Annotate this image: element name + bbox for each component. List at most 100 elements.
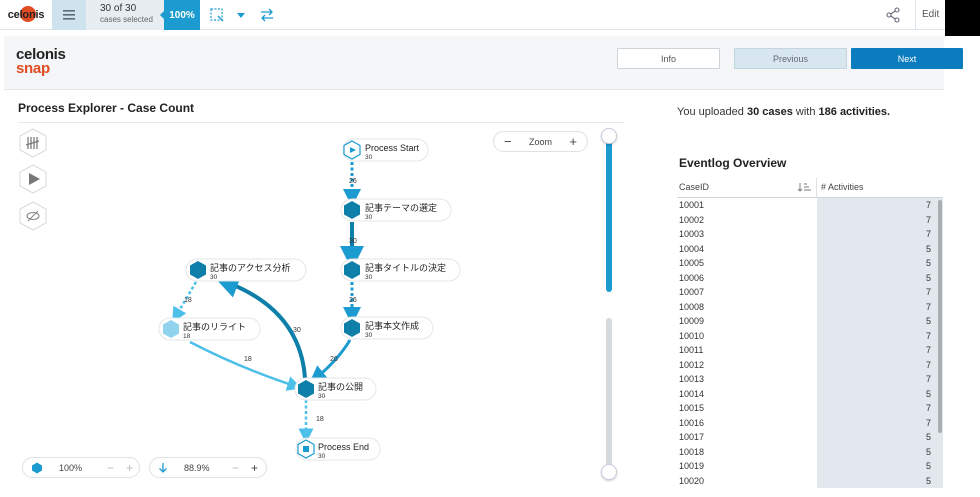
activities-count-cell: 5: [817, 444, 943, 459]
upload-msg-prefix: You uploaded: [677, 106, 747, 118]
caseid-cell: 10017: [679, 432, 705, 442]
caseid-cell: 10013: [679, 374, 705, 384]
node-label: 記事の公開: [318, 381, 363, 393]
upload-summary: You uploaded 30 cases with 186 activitie…: [677, 106, 890, 118]
table-row[interactable]: 10018 5: [677, 444, 943, 459]
play-animation-button[interactable]: [19, 164, 47, 194]
caseid-cell: 10015: [679, 403, 705, 413]
node-label: Process End: [318, 442, 369, 452]
activities-slider-handle[interactable]: [601, 128, 617, 144]
frequency-toggle-button[interactable]: [19, 128, 47, 158]
zoom-label: Zoom: [528, 136, 552, 147]
caseid-column-header[interactable]: CaseID: [677, 178, 817, 197]
table-row[interactable]: 10011 7: [677, 343, 943, 358]
table-row[interactable]: 10014 5: [677, 386, 943, 401]
edge-label-theme-title: 30: [349, 238, 357, 245]
info-button[interactable]: Info: [617, 48, 720, 69]
zoom-control: − Zoom +: [493, 131, 588, 152]
activities-count-cell: 7: [817, 198, 943, 213]
caseid-cell: 10016: [679, 417, 705, 428]
table-row[interactable]: 10001 7: [677, 198, 943, 213]
edge-label-publish-end: 18: [316, 416, 324, 423]
logo-text: celonis: [7, 9, 45, 21]
process-graph: 26 30 26 26 30 18 18 18 Process Start 30…: [158, 138, 461, 461]
activities-decrease-button[interactable]: −: [107, 461, 114, 475]
caseid-cell: 10012: [679, 359, 705, 370]
table-row[interactable]: 10009 5: [677, 314, 943, 329]
caseid-cell: 10004: [679, 243, 705, 254]
edge-label-start-theme: 26: [349, 178, 357, 185]
connections-slider-track[interactable]: [606, 318, 612, 470]
table-row[interactable]: 10006 5: [677, 270, 943, 285]
activities-count-cell: 5: [817, 386, 943, 401]
table-row[interactable]: 10003 7: [677, 227, 943, 242]
node-theme-selection[interactable]: 記事テーマの選定 30: [340, 198, 452, 222]
upload-activities-count: 186 activities.: [818, 106, 891, 118]
connections-decrease-button[interactable]: −: [232, 461, 239, 475]
table-row[interactable]: 10015 7: [677, 401, 943, 416]
node-publish[interactable]: 記事の公開 30: [294, 377, 377, 401]
node-body-writing[interactable]: 記事本文作成 30: [340, 316, 434, 340]
table-row[interactable]: 10016 7: [677, 415, 943, 430]
table-row[interactable]: 10002 7: [677, 212, 943, 227]
zoom-out-button[interactable]: −: [504, 134, 512, 149]
caseid-cell: 10011: [679, 345, 704, 355]
table-row[interactable]: 10017 5: [677, 430, 943, 445]
node-label: Process Start: [365, 143, 420, 153]
edge-label-access-rewrite: 18: [184, 297, 192, 304]
connections-percentage: 88.9%: [184, 462, 210, 473]
next-button[interactable]: Next: [851, 48, 963, 69]
edge-label-rewrite-publish: 18: [244, 356, 252, 363]
activities-count-cell: 7: [817, 212, 943, 227]
arrow-down-icon: [159, 462, 167, 473]
connections-slider-handle[interactable]: [601, 464, 617, 480]
table-scrollbar[interactable]: [938, 200, 942, 433]
table-row[interactable]: 10010 7: [677, 328, 943, 343]
eye-slash-icon: [19, 201, 47, 231]
node-rewrite[interactable]: 記事のリライト 18: [158, 317, 261, 341]
visibility-toggle-button[interactable]: [19, 201, 47, 231]
table-row[interactable]: 10005 5: [677, 256, 943, 271]
table-row[interactable]: 10004 5: [677, 241, 943, 256]
caseid-cell: 10003: [679, 229, 705, 239]
activities-count-cell: 7: [817, 343, 943, 358]
activities-increase-button[interactable]: +: [126, 461, 133, 475]
table-row[interactable]: 10012 7: [677, 357, 943, 372]
table-row[interactable]: 10008 7: [677, 299, 943, 314]
table-row[interactable]: 10019 5: [677, 459, 943, 474]
activities-slider-track[interactable]: [606, 140, 612, 292]
caseid-cell: 10001: [679, 200, 705, 210]
edit-button[interactable]: Edit: [915, 0, 945, 30]
caseid-cell: 10009: [679, 316, 705, 326]
table-row[interactable]: 10020 5: [677, 473, 943, 488]
node-access-analysis[interactable]: 記事のアクセス分析 30: [185, 258, 307, 282]
caseid-cell: 10019: [679, 461, 705, 471]
upload-msg-mid: with: [792, 106, 819, 118]
edge-label-title-body: 26: [349, 297, 357, 304]
caseid-cell: 10002: [679, 214, 705, 225]
caseid-cell: 10018: [679, 446, 705, 457]
zoom-in-button[interactable]: +: [569, 134, 577, 149]
activities-count-cell: 7: [817, 227, 943, 242]
node-process-end[interactable]: Process End 30: [295, 437, 381, 461]
share-button[interactable]: [884, 6, 902, 24]
sort-ascending-icon[interactable]: [798, 182, 812, 192]
edge-rewrite-publish[interactable]: [189, 340, 303, 391]
eventlog-table: CaseID # Activities 10001 7 10002 7 10003 7 10…: [677, 178, 943, 488]
previous-button[interactable]: Previous: [734, 48, 847, 69]
node-label: 記事本文作成: [365, 320, 419, 332]
activities-column-header[interactable]: # Activities: [817, 178, 943, 197]
node-label: 記事テーマの選定: [365, 202, 437, 214]
table-body: 10001 7 10002 7 10003 7 10004 5 10005 5 10006 5 1000…: [677, 198, 943, 488]
activities-percentage-control: 100% − +: [22, 457, 140, 478]
node-process-start[interactable]: Process Start 30: [342, 138, 429, 162]
node-label: 記事のリライト: [183, 321, 246, 333]
connections-increase-button[interactable]: +: [251, 461, 258, 475]
activities-count-cell: 5: [817, 314, 943, 329]
caseid-cell: 10008: [679, 301, 705, 312]
activities-percentage: 100%: [59, 462, 83, 473]
table-row[interactable]: 10007 7: [677, 285, 943, 300]
activities-count-cell: 7: [817, 285, 943, 300]
table-row[interactable]: 10013 7: [677, 372, 943, 387]
node-title-decision[interactable]: 記事タイトルの決定 30: [340, 258, 461, 282]
